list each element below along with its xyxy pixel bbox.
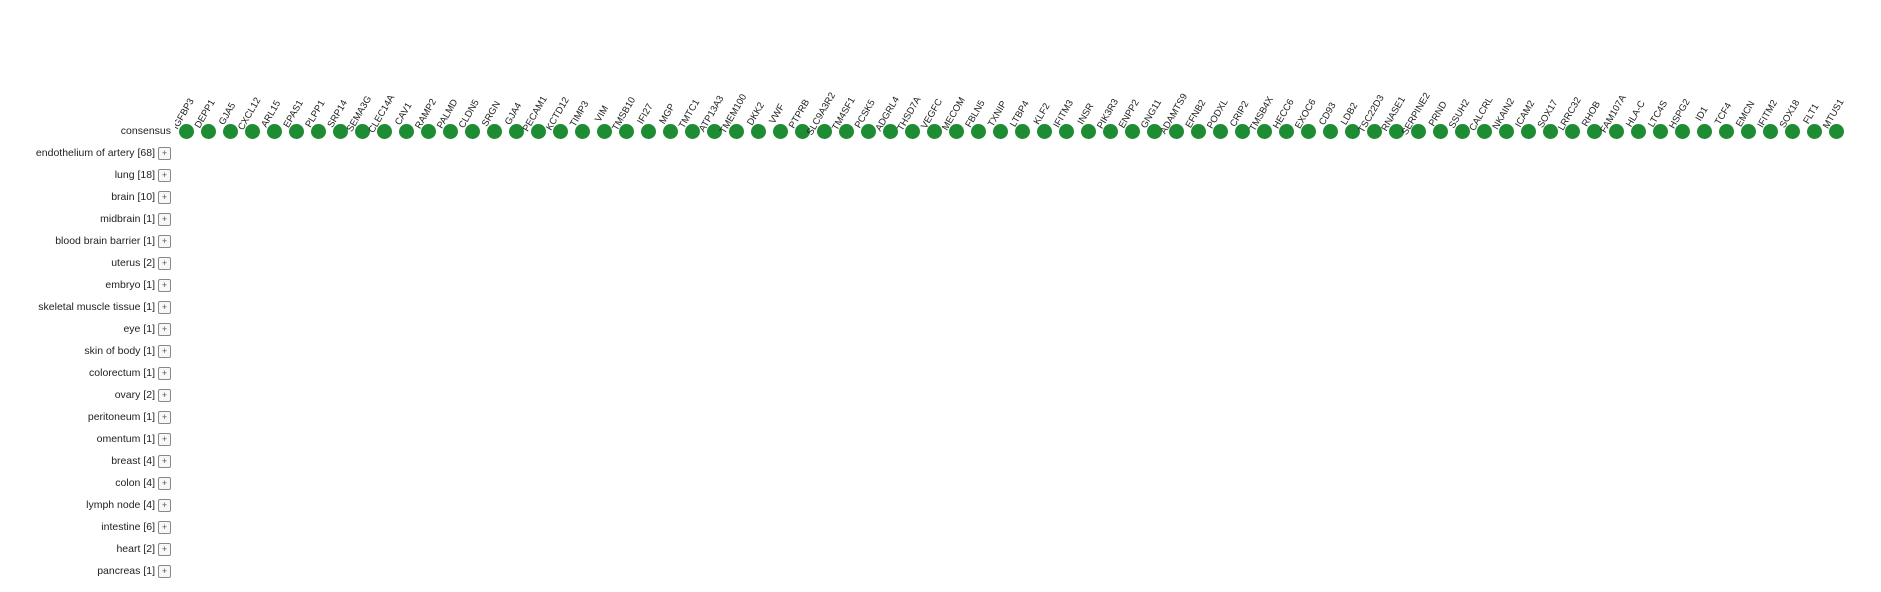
col-headers: IGFBP3DEPP1GJA5CXCL12ARL15EPAS1PLPP1SRP1… <box>175 10 1881 120</box>
row-label-text: colorectum [1] <box>89 367 155 379</box>
row-label-text: colon [4] <box>115 477 155 489</box>
dot <box>641 124 656 139</box>
row-label: omentum [1]+ <box>10 428 175 450</box>
row-label: lymph node [4]+ <box>10 494 175 516</box>
row-label-text: brain [10] <box>111 191 155 203</box>
row-label: skin of body [1]+ <box>10 340 175 362</box>
row-label-text: ovary [2] <box>115 389 155 401</box>
col-header: TMEM100 <box>727 107 749 121</box>
dot <box>663 124 678 139</box>
row-label: lung [18]+ <box>10 164 175 186</box>
row-label: brain [10]+ <box>10 186 175 208</box>
row-label: intestine [6]+ <box>10 516 175 538</box>
col-header: CAV1 <box>397 107 419 121</box>
chart-container: consensusendothelium of artery [68]+lung… <box>0 0 1881 592</box>
col-header: ADAMTS9 <box>1167 107 1189 121</box>
expand-button[interactable]: + <box>158 455 171 468</box>
col-header: TIMP3 <box>573 107 595 121</box>
row-label-text: skin of body [1] <box>84 345 155 357</box>
col-header: IFITM2 <box>1761 107 1783 121</box>
col-header: IFITM3 <box>1057 107 1079 121</box>
row-label-text: embryo [1] <box>105 279 155 291</box>
row-label-text: heart [2] <box>116 543 155 555</box>
expand-button[interactable]: + <box>158 367 171 380</box>
expand-button[interactable]: + <box>158 301 171 314</box>
expand-button[interactable]: + <box>158 411 171 424</box>
expand-button[interactable]: + <box>158 499 171 512</box>
row-label: ovary [2]+ <box>10 384 175 406</box>
row-label: midbrain [1]+ <box>10 208 175 230</box>
row-label-text: lung [18] <box>115 169 155 181</box>
expand-button[interactable]: + <box>158 543 171 556</box>
expand-button[interactable]: + <box>158 345 171 358</box>
row-label: colorectum [1]+ <box>10 362 175 384</box>
row-label-text: endothelium of artery [68] <box>36 147 155 159</box>
col-header: THSD7A <box>903 107 925 121</box>
row-label-text: intestine [6] <box>101 521 155 533</box>
dot <box>773 124 788 139</box>
row-label: peritoneum [1]+ <box>10 406 175 428</box>
col-header: GNG11 <box>1145 107 1167 121</box>
expand-button[interactable]: + <box>158 191 171 204</box>
col-header: SERPINE2 <box>1409 107 1431 121</box>
row-label-text: consensus <box>121 125 171 137</box>
expand-button[interactable]: + <box>158 477 171 490</box>
row-label: heart [2]+ <box>10 538 175 560</box>
row-label: pancreas [1]+ <box>10 560 175 582</box>
expand-button[interactable]: + <box>158 147 171 160</box>
row-label-text: lymph node [4] <box>86 499 155 511</box>
expand-button[interactable]: + <box>158 433 171 446</box>
col-header: HLA-C <box>1629 107 1651 121</box>
dot <box>1697 124 1712 139</box>
row-label: endothelium of artery [68]+ <box>10 142 175 164</box>
grid-area: IGFBP3DEPP1GJA5CXCL12ARL15EPAS1PLPP1SRP1… <box>175 10 1881 582</box>
row-label: skeletal muscle tissue [1]+ <box>10 296 175 318</box>
expand-button[interactable]: + <box>158 257 171 270</box>
dot-cell <box>1693 120 1715 142</box>
row-label: eye [1]+ <box>10 318 175 340</box>
col-header: VIM <box>595 107 617 121</box>
col-header: MTUS1 <box>1827 107 1849 121</box>
row-label-text: blood brain barrier [1] <box>55 235 155 247</box>
expand-button[interactable]: + <box>158 169 171 182</box>
row-labels: consensusendothelium of artery [68]+lung… <box>10 10 175 582</box>
row-label: embryo [1]+ <box>10 274 175 296</box>
row-label: blood brain barrier [1]+ <box>10 230 175 252</box>
col-header: HSPG2 <box>1673 107 1695 121</box>
row-label: uterus [2]+ <box>10 252 175 274</box>
dot <box>1807 124 1822 139</box>
row-label: breast [4]+ <box>10 450 175 472</box>
row-label-text: breast [4] <box>111 455 155 467</box>
row-label-text: midbrain [1] <box>100 213 155 225</box>
row-label-text: uterus [2] <box>111 257 155 269</box>
col-header: ICAM2 <box>1519 107 1541 121</box>
expand-button[interactable]: + <box>158 279 171 292</box>
row-label: colon [4]+ <box>10 472 175 494</box>
row-label-text: eye [1] <box>123 323 155 335</box>
expand-button[interactable]: + <box>158 213 171 226</box>
dot <box>597 124 612 139</box>
col-header: FAM107A <box>1607 107 1629 121</box>
expand-button[interactable]: + <box>158 565 171 578</box>
expand-button[interactable]: + <box>158 389 171 402</box>
expand-button[interactable]: + <box>158 235 171 248</box>
row-label: consensus <box>10 120 175 142</box>
row-label-text: skeletal muscle tissue [1] <box>38 301 155 313</box>
row-label-text: peritoneum [1] <box>88 411 155 423</box>
row-label-text: pancreas [1] <box>97 565 155 577</box>
expand-button[interactable]: + <box>158 323 171 336</box>
row-label-text: omentum [1] <box>97 433 155 445</box>
col-header: RNASE1 <box>1387 107 1409 121</box>
expand-button[interactable]: + <box>158 521 171 534</box>
col-header: LTBP4 <box>1013 107 1035 121</box>
col-header: INSR <box>1079 107 1101 121</box>
